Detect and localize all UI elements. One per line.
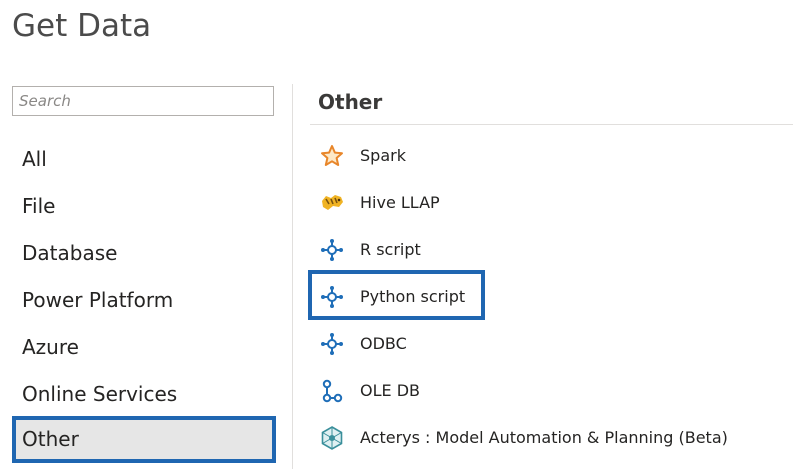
star-icon bbox=[319, 143, 345, 169]
connector-item-r-script[interactable]: R script bbox=[308, 226, 793, 273]
dialog-title: Get Data bbox=[12, 8, 152, 44]
connector-label: Spark bbox=[360, 146, 406, 165]
script-connector-icon bbox=[319, 237, 345, 263]
category-item-database[interactable]: Database bbox=[12, 230, 276, 277]
hive-bee-icon bbox=[319, 190, 345, 216]
connector-label: OLE DB bbox=[360, 381, 420, 400]
category-item-file[interactable]: File bbox=[12, 183, 276, 230]
category-item-azure[interactable]: Azure bbox=[12, 324, 276, 371]
connector-item-ole-db[interactable]: OLE DB bbox=[308, 367, 793, 414]
search-input[interactable] bbox=[12, 86, 274, 116]
connector-label: Python script bbox=[360, 287, 466, 306]
connector-item-python-script[interactable]: Python script bbox=[308, 273, 793, 320]
connector-item-spark[interactable]: Spark bbox=[308, 132, 793, 179]
script-connector-icon bbox=[319, 331, 345, 357]
script-connector-icon bbox=[319, 284, 345, 310]
panel-divider bbox=[292, 84, 293, 469]
connector-label: ODBC bbox=[360, 334, 407, 353]
connector-label: R script bbox=[360, 240, 421, 259]
category-item-online-services[interactable]: Online Services bbox=[12, 371, 276, 418]
category-nav: All File Database Power Platform Azure O… bbox=[12, 136, 276, 463]
connector-list: Spark Hive LLAP R script Python script O… bbox=[308, 132, 793, 461]
connector-item-acterys[interactable]: Acterys : Model Automation & Planning (B… bbox=[308, 414, 793, 461]
category-item-all[interactable]: All bbox=[12, 136, 276, 183]
connector-item-odbc[interactable]: ODBC bbox=[308, 320, 793, 367]
acterys-icon bbox=[319, 425, 345, 451]
connector-label: Acterys : Model Automation & Planning (B… bbox=[360, 428, 728, 447]
connector-label: Hive LLAP bbox=[360, 193, 440, 212]
category-item-other[interactable]: Other bbox=[12, 416, 276, 463]
ole-db-icon bbox=[319, 378, 345, 404]
category-item-power-platform[interactable]: Power Platform bbox=[12, 277, 276, 324]
section-divider bbox=[310, 124, 793, 125]
section-heading: Other bbox=[318, 90, 383, 114]
connector-item-hive-llap[interactable]: Hive LLAP bbox=[308, 179, 793, 226]
